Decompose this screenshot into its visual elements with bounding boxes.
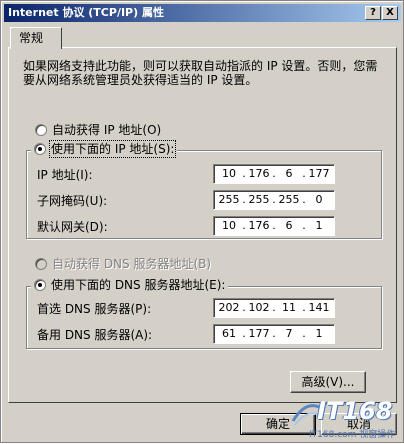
octet: 7	[285, 327, 293, 340]
radio-indicator-checked	[34, 143, 46, 155]
octet: 141	[308, 301, 330, 314]
advanced-button[interactable]: 高级(V)...	[290, 371, 366, 393]
ip-address-field[interactable]: 10. 176. 6. 177	[213, 164, 335, 184]
dot: .	[242, 301, 246, 314]
dot: .	[302, 193, 306, 206]
dot: .	[272, 193, 276, 206]
octet: 61	[222, 327, 236, 340]
subnet-mask-label: 子网掩码(U):	[37, 194, 108, 208]
manual-ip-label: 使用下面的 IP 地址(S):	[48, 140, 177, 158]
octet: 1	[315, 327, 323, 340]
dot: .	[302, 327, 306, 340]
window-title: Internet 协议 (TCP/IP) 属性	[8, 6, 164, 19]
octet: 10	[222, 167, 236, 180]
tab-general[interactable]: 常规	[10, 27, 62, 49]
dot: .	[302, 301, 306, 314]
subnet-mask-field[interactable]: 255. 255. 255. 0	[213, 190, 335, 210]
dot: .	[302, 167, 306, 180]
auto-dns-radio[interactable]: 自动获得 DNS 服务器地址(B)	[35, 257, 211, 271]
dot: .	[272, 219, 276, 232]
octet: 1	[315, 219, 323, 232]
octet: 0	[315, 193, 323, 206]
octet: 11	[282, 301, 296, 314]
dot: .	[242, 219, 246, 232]
auto-ip-radio[interactable]: 自动获得 IP 地址(O)	[35, 123, 161, 137]
radio-indicator-disabled	[35, 258, 47, 270]
radio-indicator	[35, 124, 47, 136]
octet: 255	[278, 193, 300, 206]
dot: .	[272, 167, 276, 180]
dot: .	[272, 301, 276, 314]
octet: 255	[248, 193, 270, 206]
octet: 177	[308, 167, 330, 180]
alternate-dns-field[interactable]: 61. 177. 7. 1	[213, 324, 335, 344]
octet: 202	[218, 301, 240, 314]
alternate-dns-label: 备用 DNS 服务器(A):	[37, 328, 153, 342]
manual-dns-label: 使用下面的 DNS 服务器地址(E):	[51, 278, 226, 292]
tcpip-properties-dialog: Internet 协议 (TCP/IP) 属性 ? X 常规 如果网络支持此功能…	[0, 0, 404, 443]
octet: 6	[285, 219, 293, 232]
dot: .	[272, 327, 276, 340]
close-button[interactable]: X	[382, 6, 398, 20]
default-gateway-field[interactable]: 10. 176. 6. 1	[213, 216, 335, 236]
manual-ip-radio[interactable]: 使用下面的 IP 地址(S):	[31, 140, 178, 158]
octet: 6	[285, 167, 293, 180]
preferred-dns-label: 首选 DNS 服务器(P):	[37, 302, 152, 316]
dot: .	[242, 193, 246, 206]
octet: 10	[222, 219, 236, 232]
default-gateway-label: 默认网关(D):	[37, 220, 108, 234]
octet: 176	[248, 167, 270, 180]
octet: 255	[218, 193, 240, 206]
dot: .	[242, 327, 246, 340]
tab-general-label: 常规	[19, 31, 44, 45]
watermark-url: IT168.com 视窗操作	[309, 430, 396, 440]
auto-dns-label: 自动获得 DNS 服务器地址(B)	[52, 257, 212, 271]
auto-ip-label: 自动获得 IP 地址(O)	[52, 123, 162, 137]
help-button[interactable]: ?	[365, 6, 381, 20]
ip-address-label: IP 地址(I):	[37, 168, 93, 182]
preferred-dns-field[interactable]: 202. 102. 11. 141	[213, 298, 335, 318]
title-bar: Internet 协议 (TCP/IP) 属性	[4, 4, 401, 22]
manual-dns-radio[interactable]: 使用下面的 DNS 服务器地址(E):	[31, 278, 229, 292]
it168-watermark: IT168 IT168.com 视窗操作	[289, 397, 404, 444]
description-text: 如果网络支持此功能，则可以获取自动指派的 IP 设置。否则，您需要从网络系统管理…	[23, 59, 378, 87]
octet: 102	[248, 301, 270, 314]
watermark-logo: IT168	[317, 397, 393, 425]
octet: 176	[248, 219, 270, 232]
radio-indicator-checked	[34, 279, 46, 291]
dot: .	[242, 167, 246, 180]
dot: .	[302, 219, 306, 232]
octet: 177	[248, 327, 270, 340]
